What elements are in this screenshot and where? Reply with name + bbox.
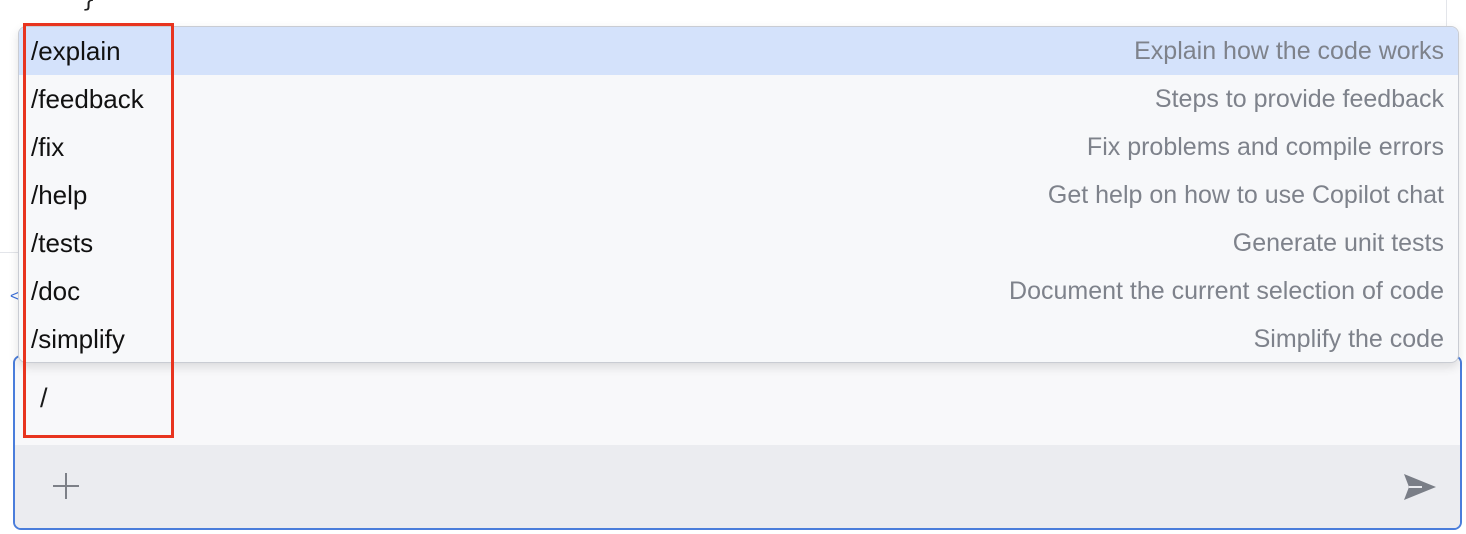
command-item-explain[interactable]: /explain Explain how the code works — [19, 27, 1458, 75]
send-icon[interactable] — [1402, 472, 1438, 502]
chat-input-box[interactable]: / — [13, 355, 1462, 530]
command-description: Get help on how to use Copilot chat — [1047, 180, 1444, 209]
command-name: /feedback — [31, 83, 144, 114]
command-description: Steps to provide feedback — [1154, 84, 1444, 113]
chat-text-area[interactable]: / — [15, 357, 1460, 445]
code-fragment: } — [82, 0, 96, 13]
chat-input-text[interactable]: / — [40, 383, 48, 414]
command-description: Document the current selection of code — [1009, 276, 1444, 305]
command-name: /fix — [31, 131, 65, 162]
command-name: /explain — [31, 35, 121, 66]
command-item-simplify[interactable]: /simplify Simplify the code — [19, 315, 1458, 362]
command-description: Simplify the code — [1253, 324, 1444, 353]
command-item-feedback[interactable]: /feedback Steps to provide feedback — [19, 75, 1458, 123]
command-name: /simplify — [31, 323, 125, 354]
command-item-doc[interactable]: /doc Document the current selection of c… — [19, 267, 1458, 315]
command-description: Generate unit tests — [1232, 228, 1444, 257]
command-item-fix[interactable]: /fix Fix problems and compile errors — [19, 123, 1458, 171]
command-name: /tests — [31, 227, 94, 258]
command-item-tests[interactable]: /tests Generate unit tests — [19, 219, 1458, 267]
copilot-chat-panel: } < / /explain Explain how the code work… — [0, 0, 1466, 534]
chat-toolbar — [15, 445, 1460, 528]
command-name: /help — [31, 179, 88, 210]
command-description: Fix problems and compile errors — [1086, 132, 1444, 161]
command-description: Explain how the code works — [1134, 36, 1444, 65]
command-name: /doc — [31, 275, 81, 306]
command-item-help[interactable]: /help Get help on how to use Copilot cha… — [19, 171, 1458, 219]
plus-icon[interactable] — [51, 471, 81, 501]
slash-command-popup: /explain Explain how the code works /fee… — [18, 26, 1459, 363]
